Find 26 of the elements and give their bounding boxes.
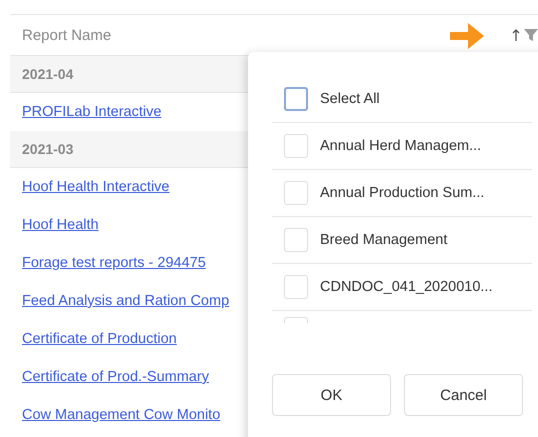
sort-up-icon[interactable] [512,29,520,41]
checkbox[interactable] [284,317,308,323]
popup-button[interactable]: Cancel [404,374,523,416]
column-title: Report Name [22,26,112,44]
report-link[interactable]: Cow Management Cow Monito [22,407,220,423]
focused-checkbox[interactable] [284,87,308,111]
group-label: 2021-03 [22,141,74,157]
report-link[interactable]: Feed Analysis and Ration Comp [22,293,230,309]
arrow-pointer-icon [450,21,486,51]
report-link[interactable]: PROFILab Interactive [22,104,162,120]
report-link[interactable]: Certificate of Prod.-Summary [22,369,209,385]
report-link[interactable]: Hoof Health Interactive [22,179,170,195]
filter-option[interactable]: Breed Management [272,217,532,264]
checkbox[interactable] [284,181,308,205]
filter-option[interactable]: Annual Production Sum... [272,170,532,217]
report-link[interactable]: Hoof Health [22,217,99,233]
report-link[interactable]: Forage test reports - 294475 [22,255,206,271]
filter-option[interactable]: Annual Herd Managem... [272,123,532,170]
checkbox[interactable] [284,275,308,299]
checkbox[interactable] [284,134,308,158]
popup-button[interactable]: OK [272,374,391,416]
group-label: 2021-04 [22,66,74,82]
filter-option[interactable]: CDNDOC_041_2020010... [272,264,532,311]
filter-option[interactable]: Select All [272,76,532,123]
report-link[interactable]: Certificate of Production [22,331,177,347]
checkbox[interactable] [284,228,308,252]
